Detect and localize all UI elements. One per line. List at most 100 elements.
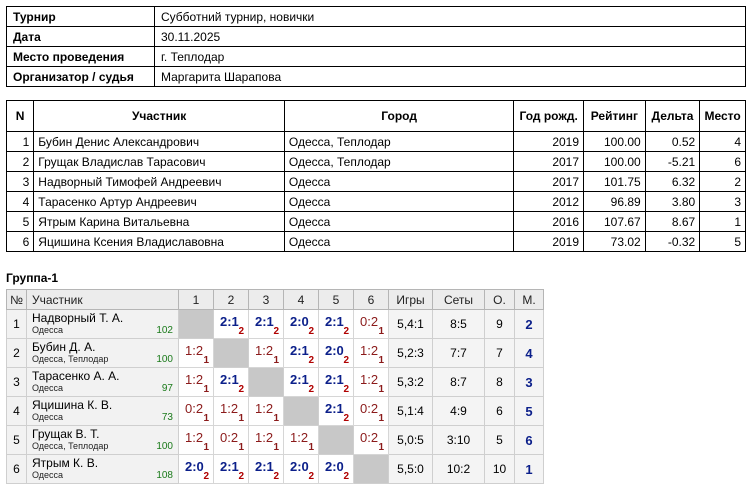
match-result-cell[interactable]: 1:2 1 — [353, 367, 389, 397]
cross-games: 5,5:0 — [388, 454, 433, 484]
cross-row-number: 2 — [6, 338, 27, 368]
cross-row: 5 Грущак В. Т. Одесса, Теплодар 100 1:2 1 0:2 1… — [6, 425, 544, 455]
match-points: 1 — [378, 384, 384, 395]
info-value: 30.11.2025 — [154, 26, 746, 47]
match-points: 2 — [308, 471, 314, 482]
cross-row-number: 3 — [6, 367, 27, 397]
cross-player-rating: 73 — [161, 412, 173, 423]
cross-points: 10 — [484, 454, 515, 484]
cross-col-header: № — [6, 289, 27, 310]
match-result-cell[interactable]: 1:2 1 — [248, 425, 284, 455]
col-header-delta: Дельта — [644, 100, 701, 132]
cross-player-cell: Бубин Д. А. Одесса, Теплодар 100 — [26, 338, 179, 368]
participant-name: Ятрым Карина Витальевна — [33, 211, 285, 232]
cross-games: 5,1:4 — [388, 396, 433, 426]
cross-player-city: Одесса — [32, 383, 64, 393]
cross-sets: 8:5 — [432, 309, 485, 339]
match-result-cell[interactable]: 2:1 2 — [213, 367, 249, 397]
info-value: г. Теплодар — [154, 46, 746, 67]
participant-row: 6 Яцишина Ксения Владиславовна Одесса 2019 7… — [5, 231, 746, 252]
participant-delta: 6.32 — [644, 171, 701, 192]
cross-row-number: 4 — [6, 396, 27, 426]
participant-place: 1 — [699, 211, 746, 232]
match-result-cell[interactable]: 2:1 2 — [318, 367, 354, 397]
match-result-cell[interactable]: 2:1 2 — [283, 367, 319, 397]
match-points: 2 — [343, 326, 349, 337]
match-points: 1 — [203, 355, 209, 366]
participant-n: 3 — [5, 171, 35, 192]
match-points: 1 — [378, 442, 384, 453]
match-result-cell[interactable]: 0:2 1 — [353, 425, 389, 455]
match-result-cell[interactable]: 2:1 2 — [248, 454, 284, 484]
match-result-cell[interactable]: 2:1 2 — [213, 309, 249, 339]
match-result-cell[interactable]: 1:2 1 — [353, 338, 389, 368]
participant-place: 5 — [699, 231, 746, 252]
cross-col-header: М. — [514, 289, 544, 310]
match-result-cell[interactable]: 1:2 1 — [178, 425, 214, 455]
match-result-cell[interactable]: 2:1 2 — [213, 454, 249, 484]
info-row: Место проведения г. Теплодар — [6, 46, 746, 67]
cross-sets: 3:10 — [432, 425, 485, 455]
match-score: 1:2 — [360, 343, 379, 358]
info-value: Маргарита Шарапова — [154, 66, 746, 87]
match-score: 1:2 — [185, 430, 204, 445]
match-points: 2 — [343, 384, 349, 395]
participant-rating: 96.89 — [583, 191, 646, 212]
match-result-cell[interactable]: 1:2 1 — [178, 367, 214, 397]
cross-player-city: Одесса, Теплодар — [32, 441, 109, 451]
match-result-cell[interactable]: 2:1 2 — [318, 309, 354, 339]
match-result-cell[interactable]: 2:1 2 — [248, 309, 284, 339]
match-score: 1:2 — [185, 343, 204, 358]
cross-player-city: Одесса, Теплодар — [32, 354, 109, 364]
cross-points: 7 — [484, 338, 515, 368]
cross-player-name: Тарасенко А. А. — [32, 369, 120, 383]
participant-year: 2012 — [513, 191, 585, 212]
cross-sets: 10:2 — [432, 454, 485, 484]
cross-sets: 8:7 — [432, 367, 485, 397]
participant-row: 4 Тарасенко Артур Андреевич Одесса 2012 96.8… — [5, 191, 746, 212]
match-score: 0:2 — [360, 314, 379, 329]
cross-diagonal-cell — [248, 367, 284, 397]
cross-col-header: Игры — [388, 289, 433, 310]
match-score: 1:2 — [290, 430, 309, 445]
match-points: 1 — [203, 413, 209, 424]
match-result-cell[interactable]: 0:2 1 — [353, 396, 389, 426]
cross-games: 5,0:5 — [388, 425, 433, 455]
cross-diagonal-cell — [318, 425, 354, 455]
match-result-cell[interactable]: 1:2 1 — [213, 396, 249, 426]
match-result-cell[interactable]: 2:0 2 — [178, 454, 214, 484]
match-result-cell[interactable]: 0:2 1 — [353, 309, 389, 339]
cross-diagonal-cell — [213, 338, 249, 368]
match-points: 1 — [273, 413, 279, 424]
group-title: Группа-1 — [6, 271, 59, 285]
participant-row: 3 Надворный Тимофей Андреевич Одесса 2017 10… — [5, 171, 746, 192]
match-result-cell[interactable]: 2:1 2 — [283, 338, 319, 368]
match-result-cell[interactable]: 2:0 2 — [283, 454, 319, 484]
match-result-cell[interactable]: 1:2 1 — [248, 338, 284, 368]
cross-sets: 7:7 — [432, 338, 485, 368]
match-points: 2 — [238, 471, 244, 482]
cross-player-city: Одесса — [32, 325, 64, 335]
match-result-cell[interactable]: 1:2 1 — [248, 396, 284, 426]
cross-header-row: № Участник 1 2 3 4 5 6 Игры Сеты О. М. — [6, 289, 544, 310]
match-score: 1:2 — [360, 372, 379, 387]
match-score: 2:1 — [290, 343, 309, 358]
cross-row: 3 Тарасенко А. А. Одесса 97 1:2 1 2:1 2 2:1 2 2:1 2… — [6, 367, 544, 397]
participant-delta: 0.52 — [644, 131, 701, 152]
match-score: 2:1 — [290, 372, 309, 387]
cross-points: 8 — [484, 367, 515, 397]
match-result-cell[interactable]: 0:2 1 — [213, 425, 249, 455]
cross-diagonal-cell — [178, 309, 214, 339]
match-result-cell[interactable]: 1:2 1 — [283, 425, 319, 455]
match-score: 1:2 — [185, 372, 204, 387]
participant-city: Одесса — [283, 231, 515, 252]
match-result-cell[interactable]: 2:0 2 — [318, 454, 354, 484]
match-result-cell[interactable]: 0:2 1 — [178, 396, 214, 426]
match-result-cell[interactable]: 1:2 1 — [178, 338, 214, 368]
cross-games: 5,3:2 — [388, 367, 433, 397]
match-result-cell[interactable]: 2:0 2 — [318, 338, 354, 368]
match-result-cell[interactable]: 2:1 2 — [318, 396, 354, 426]
match-score: 2:1 — [220, 372, 239, 387]
match-points: 1 — [203, 442, 209, 453]
match-result-cell[interactable]: 2:0 2 — [283, 309, 319, 339]
